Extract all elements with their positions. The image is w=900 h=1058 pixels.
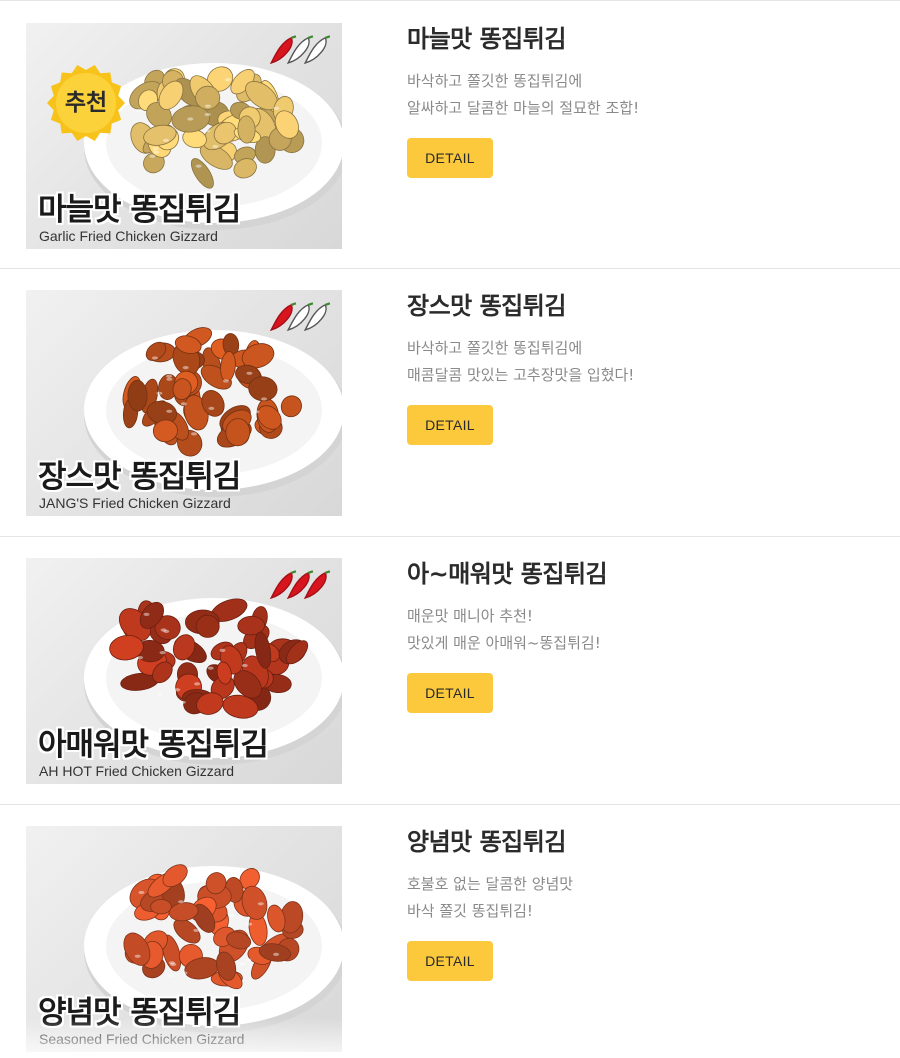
description-line: 바삭하고 쫄깃한 똥집튀김에 (407, 339, 583, 357)
image-subtitle: JANG'S Fried Chicken Gizzard (39, 495, 231, 511)
menu-item-description: 매운맛 매니아 추천! 맛있게 매운 아매워~똥집튀김! (407, 603, 877, 657)
chili-pepper-icons (269, 570, 330, 600)
menu-item-image[interactable]: 아매워맛 똥집튀김 AH HOT Fried Chicken Gizzard (26, 558, 342, 784)
menu-item-name: 양념맛 똥집튀김 (407, 828, 566, 856)
menu-list: 추천 마늘맛 똥집튀김 Garlic Fried Chicken Gizzard… (0, 0, 900, 1058)
detail-button[interactable]: DETAIL (407, 941, 493, 981)
menu-item-info: 장스맛 똥집튀김 바삭하고 쫄깃한 똥집튀김에 매콤달콤 맛있는 고추장맛을 입… (407, 289, 877, 445)
detail-button[interactable]: DETAIL (407, 138, 493, 178)
menu-item-image[interactable]: 양념맛 똥집튀김 Seasoned Fried Chicken Gizzard (26, 826, 342, 1052)
description-line: 바삭 쫄깃 똥집튀김! (407, 902, 533, 920)
description-line: 바삭하고 쫄깃한 똥집튀김에 (407, 72, 583, 90)
description-line: 호불호 없는 달콤한 양념맛 (407, 875, 574, 893)
description-line: 맛있게 매운 아매워~똥집튀김! (407, 634, 601, 652)
menu-item: 아매워맛 똥집튀김 AH HOT Fried Chicken Gizzard 아… (0, 537, 900, 805)
menu-item-description: 바삭하고 쫄깃한 똥집튀김에 알싸하고 달콤한 마늘의 절묘한 조합! (407, 68, 877, 122)
description-line: 알싸하고 달콤한 마늘의 절묘한 조합! (407, 99, 640, 117)
menu-item-info: 아~매워맛 똥집튀김 매운맛 매니아 추천! 맛있게 매운 아매워~똥집튀김! … (407, 557, 877, 713)
chili-pepper-icons (269, 35, 330, 65)
chili-pepper-icons (269, 302, 330, 332)
image-subtitle: Seasoned Fried Chicken Gizzard (39, 1031, 245, 1047)
detail-button[interactable]: DETAIL (407, 405, 493, 445)
menu-item-image[interactable]: 장스맛 똥집튀김 JANG'S Fried Chicken Gizzard (26, 290, 342, 516)
badge-label: 추천 (64, 90, 108, 116)
menu-item-name: 아~매워맛 똥집튀김 (407, 560, 608, 588)
image-title: 양념맛 똥집튀김 (38, 995, 241, 1031)
detail-button[interactable]: DETAIL (407, 673, 493, 713)
image-subtitle: AH HOT Fried Chicken Gizzard (39, 763, 235, 779)
image-title: 아매워맛 똥집튀김 (38, 727, 269, 763)
divider (0, 0, 900, 1)
menu-item-description: 호불호 없는 달콤한 양념맛 바삭 쫄깃 똥집튀김! (407, 871, 877, 925)
menu-item-image[interactable]: 추천 마늘맛 똥집튀김 Garlic Fried Chicken Gizzard (26, 23, 342, 249)
description-line: 매콤달콤 맛있는 고추장맛을 입혔다! (407, 366, 635, 384)
menu-item: 양념맛 똥집튀김 Seasoned Fried Chicken Gizzard … (0, 805, 900, 1058)
menu-item-description: 바삭하고 쫄깃한 똥집튀김에 매콤달콤 맛있는 고추장맛을 입혔다! (407, 335, 877, 389)
menu-item-info: 양념맛 똥집튀김 호불호 없는 달콤한 양념맛 바삭 쫄깃 똥집튀김! DETA… (407, 825, 877, 981)
image-title: 장스맛 똥집튀김 (38, 459, 241, 495)
menu-item-name: 마늘맛 똥집튀김 (407, 25, 566, 53)
menu-item-name: 장스맛 똥집튀김 (407, 292, 566, 320)
menu-item: 장스맛 똥집튀김 JANG'S Fried Chicken Gizzard 장스… (0, 269, 900, 537)
image-title: 마늘맛 똥집튀김 (38, 192, 241, 228)
menu-item-info: 마늘맛 똥집튀김 바삭하고 쫄깃한 똥집튀김에 알싸하고 달콤한 마늘의 절묘한… (407, 22, 877, 178)
description-line: 매운맛 매니아 추천! (407, 607, 533, 625)
recommend-badge: 추천 (46, 63, 126, 143)
image-subtitle: Garlic Fried Chicken Gizzard (39, 228, 218, 244)
menu-item: 추천 마늘맛 똥집튀김 Garlic Fried Chicken Gizzard… (0, 2, 900, 270)
